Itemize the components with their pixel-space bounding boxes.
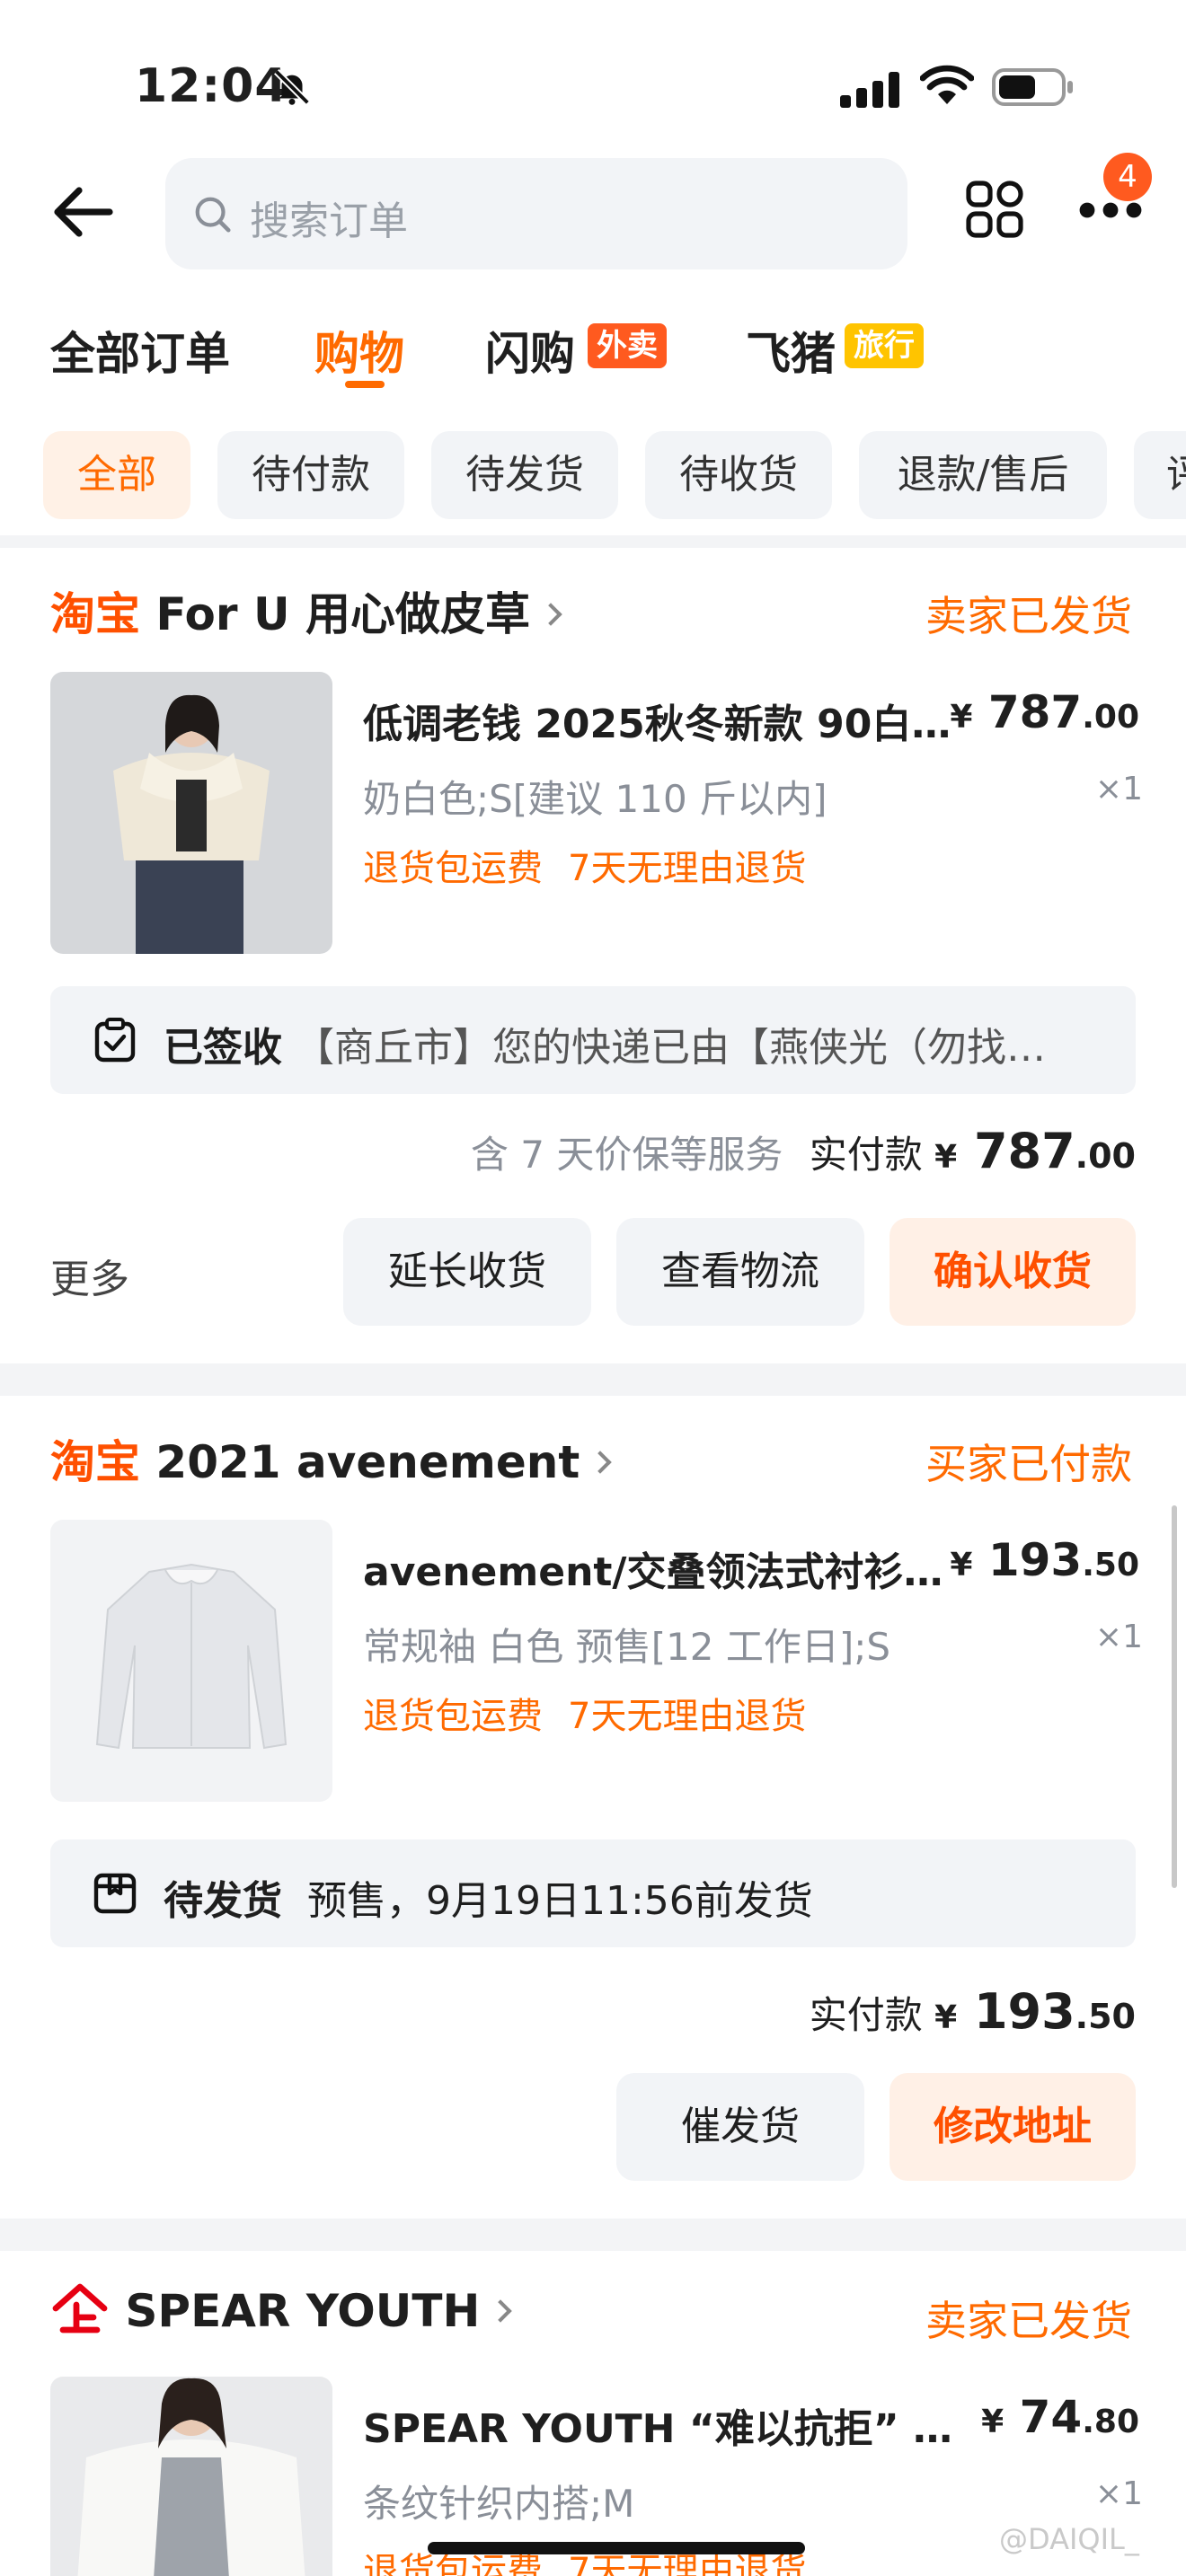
section-divider: [0, 535, 1186, 548]
order3-shop-link[interactable]: SPEAR YOUTH: [50, 2283, 513, 2337]
bell-muted-icon: [274, 69, 310, 105]
order2-logistics-status: 待发货: [164, 1878, 282, 1924]
order3-status: 卖家已发货: [925, 2297, 1132, 2345]
takeout-tag: 外卖: [588, 323, 667, 368]
order1-unit-price: ¥ 787.00: [950, 686, 1139, 738]
seven-day-return-tag: 7天无理由退货: [568, 1696, 807, 1737]
order2-unit-price: ¥ 193.50: [950, 1534, 1139, 1586]
order3-unit-price: ¥ 74.80: [981, 2391, 1139, 2443]
tab-all-orders[interactable]: 全部订单: [50, 318, 230, 383]
travel-tag: 旅行: [845, 323, 924, 368]
order2-shop-link[interactable]: 淘宝 2021 avenement: [50, 1426, 612, 1491]
order1-paid-label: 实付款: [809, 1133, 923, 1177]
order2-service-tags: 退货包运费 7天无理由退货: [363, 1687, 806, 1739]
apps-grid-icon[interactable]: [965, 180, 1024, 239]
order2-product-image[interactable]: [50, 1520, 332, 1802]
extend-receipt-button[interactable]: 延长收货: [343, 1218, 591, 1326]
order2-paid-label: 实付款: [809, 1993, 923, 2037]
search-icon: [195, 197, 231, 233]
view-logistics-button[interactable]: 查看物流: [616, 1218, 864, 1326]
order3-product-title[interactable]: SPEAR YOUTH “难以抗拒” 天…: [363, 2396, 983, 2454]
search-placeholder[interactable]: 搜索订单: [250, 189, 408, 246]
watermark: @DAIQIL_: [999, 2522, 1139, 2556]
chevron-right-icon: [539, 603, 562, 626]
order2-paid-amount: ¥ 193.50: [934, 1983, 1136, 2040]
order3-spec: 条纹针织内搭;M: [363, 2482, 635, 2526]
order3-shop-name: SPEAR YOUTH: [125, 2285, 481, 2337]
tab-flash-buy[interactable]: 闪购: [485, 318, 575, 383]
clipboard-check-icon: [94, 1018, 136, 1063]
seven-day-return-tag: 7天无理由退货: [568, 848, 807, 889]
more-dots-icon[interactable]: [1078, 199, 1143, 221]
order1-product-image[interactable]: [50, 672, 332, 954]
order1-payment-summary: 含 7 天价保等服务 实付款 ¥ 787.00: [471, 1123, 1136, 1179]
order1-logistics-detail: 【商丘市】您的快递已由【燕侠光（勿找…: [295, 1025, 1046, 1071]
order1-shop-name: For U 用心做皮草: [155, 588, 530, 640]
order1-paid-amount: ¥ 787.00: [934, 1123, 1136, 1179]
modify-address-button[interactable]: 修改地址: [890, 2073, 1136, 2181]
free-return-shipping-tag: 退货包运费: [363, 848, 543, 889]
tab-shopping[interactable]: 购物: [314, 318, 404, 383]
tab-fliggy[interactable]: 飞猪: [746, 318, 836, 383]
order2-logistics-detail: 预售，9月19日11:56前发货: [306, 1878, 813, 1924]
order2-shop-name: 2021 avenement: [155, 1436, 580, 1488]
wifi-icon: [920, 65, 974, 104]
free-return-shipping-tag: 退货包运费: [363, 1696, 543, 1737]
chip-pending-receipt[interactable]: 待收货: [645, 431, 832, 519]
urge-shipment-button[interactable]: 催发货: [616, 2073, 864, 2181]
order1-shop-link[interactable]: 淘宝 For U 用心做皮草: [50, 578, 562, 643]
chip-refund-aftersale[interactable]: 退款/售后: [859, 431, 1107, 519]
order2-logistics-text: 待发货 预售，9月19日11:56前发货: [164, 1868, 1098, 1926]
chevron-right-icon: [489, 2299, 513, 2323]
chip-review[interactable]: 评: [1134, 431, 1186, 519]
confirm-receipt-button[interactable]: 确认收货: [890, 1218, 1136, 1326]
order1-spec: 奶白色;S[建议 110 斤以内]: [363, 777, 828, 821]
taobao-logo: 淘宝: [50, 1436, 140, 1488]
seven-day-return-tag: 7天无理由退货: [568, 2551, 807, 2576]
order2-product-title[interactable]: avenement/交叠领法式衬衫/…: [363, 1539, 956, 1597]
chip-pending-payment[interactable]: 待付款: [217, 431, 404, 519]
chip-all[interactable]: 全部: [43, 431, 190, 519]
status-time: 12:04: [135, 59, 288, 113]
order2-quantity: ×1: [1094, 1619, 1143, 1655]
order1-more-link[interactable]: 更多: [50, 1247, 129, 1304]
battery-icon: [992, 68, 1073, 106]
order1-product-title[interactable]: 低调老钱 2025秋冬新款 90白鸭绒羽绒服: [363, 692, 974, 749]
chip-pending-shipment[interactable]: 待发货: [431, 431, 618, 519]
scrollbar[interactable]: [1172, 1505, 1177, 1888]
chevron-right-icon: [589, 1451, 612, 1474]
order3-quantity: ×1: [1094, 2475, 1143, 2512]
order2-payment-summary: 实付款 ¥ 193.50: [810, 1983, 1136, 2040]
home-indicator[interactable]: [428, 2542, 805, 2554]
order1-quantity: ×1: [1094, 771, 1143, 807]
notification-badge: 4: [1103, 153, 1152, 201]
order1-services: 含 7 天价保等服务: [470, 1133, 783, 1177]
order2-status: 买家已付款: [925, 1440, 1132, 1488]
order1-status: 卖家已发货: [925, 592, 1132, 640]
order1-logistics-status: 已签收: [164, 1025, 282, 1071]
order1-service-tags: 退货包运费 7天无理由退货: [363, 839, 806, 891]
order3-product-image[interactable]: [50, 2377, 332, 2576]
order-divider: [0, 2219, 1186, 2251]
order2-spec: 常规袖 白色 预售[12 工作日];S: [363, 1625, 891, 1669]
order-divider: [0, 1363, 1186, 1396]
back-arrow-icon[interactable]: [50, 185, 113, 239]
free-return-shipping-tag: 退货包运费: [363, 2551, 543, 2576]
taobao-logo: 淘宝: [50, 588, 140, 640]
active-tab-indicator: [345, 381, 385, 388]
package-box-icon: [93, 1873, 137, 1914]
order1-logistics-text: 已签收 【商丘市】您的快递已由【燕侠光（勿找…: [164, 1015, 1098, 1072]
tmall-logo-icon: [52, 2283, 108, 2333]
signal-icon: [840, 72, 899, 108]
